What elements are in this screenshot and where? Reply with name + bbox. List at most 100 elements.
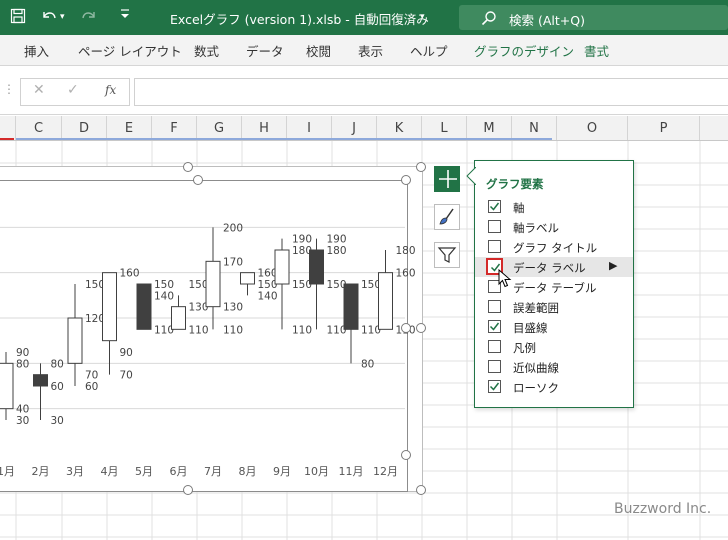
tab-view[interactable]: 表示: [358, 41, 383, 60]
column-header-c[interactable]: C: [16, 116, 62, 140]
chart-element-label: 近似曲線: [513, 361, 559, 375]
tab-review[interactable]: 校閲: [306, 41, 331, 60]
formula-input[interactable]: [134, 78, 728, 106]
chart-element-item[interactable]: 近似曲線: [475, 357, 633, 377]
plus-icon: [438, 167, 458, 195]
chevron-down-icon[interactable]: ▾: [420, 8, 425, 26]
cancel-icon[interactable]: ✕: [33, 82, 45, 98]
x-tick-label: 6月: [170, 465, 188, 478]
formula-bar: ⋮ ✕ ✓ fx: [0, 66, 728, 115]
data-label: 160: [120, 268, 140, 280]
column-header-k[interactable]: K: [377, 116, 422, 140]
column-header-p[interactable]: P: [628, 116, 700, 140]
data-label: 150: [154, 279, 174, 291]
candle-body: [0, 362, 14, 410]
title-bar: ▾ Excelグラフ (version 1).xlsb - 自動回復済み ▾ 検…: [0, 0, 728, 35]
data-label: 180: [327, 245, 347, 257]
column-header[interactable]: [0, 116, 16, 140]
chart-filters-button[interactable]: [434, 242, 460, 268]
chart-element-item[interactable]: 誤差範囲: [475, 297, 633, 317]
data-label: 30: [16, 415, 29, 427]
undo-icon[interactable]: [40, 8, 58, 28]
tab-data[interactable]: データ: [246, 41, 284, 60]
data-label: 30: [51, 415, 64, 427]
insert-function-icon[interactable]: fx: [105, 83, 116, 97]
x-tick-label: 7月: [204, 465, 222, 478]
chart-element-item[interactable]: ローソク: [475, 377, 633, 397]
column-header-g[interactable]: G: [197, 116, 242, 140]
chart-styles-button[interactable]: [434, 204, 460, 230]
column-headers: C D E F G H I J K L M N O P: [0, 116, 728, 141]
redo-icon[interactable]: [80, 8, 98, 28]
candle-body: [240, 272, 255, 285]
chart-element-item[interactable]: 軸: [475, 197, 633, 217]
checkbox[interactable]: [488, 200, 501, 213]
resize-handle[interactable]: [183, 162, 193, 172]
data-label: 140: [154, 290, 174, 302]
column-header-o[interactable]: O: [557, 116, 628, 140]
column-header-l[interactable]: L: [422, 116, 467, 140]
resize-handle[interactable]: [416, 162, 426, 172]
data-label: 80: [51, 358, 64, 370]
chart-element-item[interactable]: グラフ タイトル: [475, 237, 633, 257]
column-header-f[interactable]: F: [152, 116, 197, 140]
panel-title: グラフ要素: [486, 177, 544, 191]
column-header-d[interactable]: D: [62, 116, 107, 140]
search-box[interactable]: 検索 (Alt+Q): [459, 5, 728, 30]
resize-handle[interactable]: [401, 323, 411, 333]
data-label: 70: [85, 370, 98, 382]
data-label: 70: [120, 370, 133, 382]
selection-marker: [16, 138, 552, 140]
x-tick-label: 11月: [339, 465, 364, 478]
resize-handle[interactable]: [193, 175, 203, 185]
customize-icon[interactable]: [120, 8, 130, 27]
column-header-n[interactable]: N: [512, 116, 557, 140]
panel-pointer: [466, 167, 476, 185]
data-label: 40: [16, 404, 29, 416]
chart-element-label: ローソク: [513, 381, 559, 395]
checkbox[interactable]: [488, 360, 501, 373]
resize-handle[interactable]: [183, 485, 193, 495]
checkbox[interactable]: [488, 380, 501, 393]
chart-element-label: データ ラベル: [513, 261, 586, 275]
column-header-j[interactable]: J: [332, 116, 377, 140]
chart-element-label: 凡例: [513, 341, 536, 355]
chevron-down-icon[interactable]: ▾: [60, 8, 65, 26]
chart-elements-button[interactable]: [434, 166, 460, 192]
resize-handle[interactable]: [401, 175, 411, 185]
candle-body: [309, 249, 324, 285]
checkbox[interactable]: [488, 320, 501, 333]
data-label: 60: [51, 381, 64, 393]
checkbox[interactable]: [488, 240, 501, 253]
checkbox[interactable]: [488, 220, 501, 233]
save-icon[interactable]: [10, 8, 26, 28]
x-tick-label: 5月: [135, 465, 153, 478]
submenu-arrow-icon[interactable]: ▶: [609, 259, 617, 272]
column-header-e[interactable]: E: [107, 116, 152, 140]
resize-handle[interactable]: [416, 485, 426, 495]
search-placeholder: 検索 (Alt+Q): [509, 13, 585, 28]
tab-format[interactable]: 書式: [584, 41, 609, 60]
tab-formulas[interactable]: 数式: [194, 41, 219, 60]
data-label: 200: [223, 222, 243, 234]
chart-element-item[interactable]: 目盛線: [475, 317, 633, 337]
tab-help[interactable]: ヘルプ: [410, 41, 448, 60]
candlestick-chart[interactable]: 1月908040302月8060303月15012070604月16090705…: [0, 166, 422, 490]
column-header-i[interactable]: I: [287, 116, 332, 140]
tab-chart-design[interactable]: グラフのデザイン: [474, 41, 574, 60]
chart-element-item[interactable]: 軸ラベル: [475, 217, 633, 237]
data-label: 110: [292, 324, 312, 336]
chart-element-item[interactable]: 凡例: [475, 337, 633, 357]
ribbon-tabs: 挿入 ページ レイアウト 数式 データ 校閲 表示 ヘルプ グラフのデザイン 書…: [0, 35, 728, 66]
checkbox[interactable]: [488, 300, 501, 313]
column-header-h[interactable]: H: [242, 116, 287, 140]
resize-handle[interactable]: [416, 323, 426, 333]
data-label: 60: [85, 381, 98, 393]
enter-icon[interactable]: ✓: [67, 82, 79, 98]
column-header-m[interactable]: M: [467, 116, 512, 140]
x-tick-label: 12月: [373, 465, 398, 478]
resize-handle[interactable]: [401, 450, 411, 460]
tab-insert[interactable]: 挿入: [24, 41, 49, 60]
checkbox[interactable]: [488, 340, 501, 353]
tab-page-layout[interactable]: ページ レイアウト: [78, 41, 182, 60]
